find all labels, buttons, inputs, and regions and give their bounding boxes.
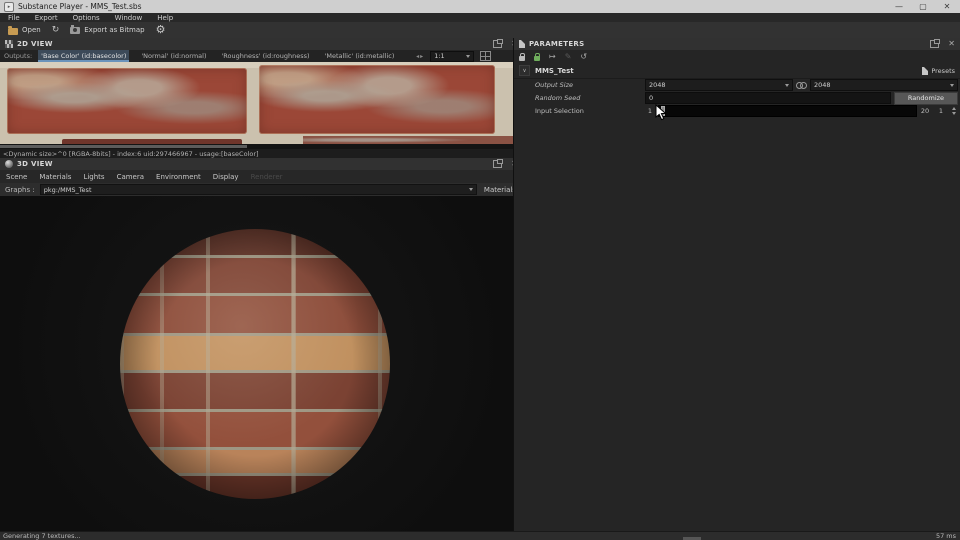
output-tabs: 'Base Color' (id:basecolor) 'Normal' (id… bbox=[38, 50, 410, 62]
menu-bar: File Export Options Window Help bbox=[0, 13, 960, 22]
refresh-icon[interactable]: ↻ bbox=[52, 25, 60, 35]
substance-player-window: ▸ Substance Player - MMS_Test.sbs — ▢ ✕ … bbox=[0, 0, 960, 540]
menu-help[interactable]: Help bbox=[157, 14, 173, 22]
camera-icon bbox=[70, 25, 81, 34]
view2d-title: 2D VIEW bbox=[17, 40, 53, 48]
float-panel-icon[interactable] bbox=[493, 159, 504, 168]
folder-open-icon bbox=[8, 25, 18, 35]
output-size-row: Output Size 2048 2048 bbox=[514, 79, 958, 91]
graph-name: MMS_Test bbox=[535, 66, 574, 75]
status-bar: Generating 7 textures... 57 ms bbox=[0, 531, 960, 540]
minimize-button[interactable]: — bbox=[894, 0, 904, 13]
title-bar[interactable]: ▸ Substance Player - MMS_Test.sbs — ▢ ✕ bbox=[0, 0, 960, 13]
material-preview-sphere[interactable] bbox=[120, 229, 390, 499]
window-title: Substance Player - MMS_Test.sbs bbox=[18, 2, 142, 11]
parameters-toolbar: ↦ ✎ ↺ bbox=[514, 50, 960, 63]
float-panel-icon[interactable] bbox=[493, 39, 504, 48]
input-selection-row: Input Selection 1 20 1 bbox=[514, 105, 958, 117]
viewport-3d[interactable] bbox=[0, 196, 513, 532]
maximize-button[interactable]: ▢ bbox=[918, 0, 928, 13]
lock-linked-icon[interactable] bbox=[534, 52, 540, 61]
tab-basecolor[interactable]: 'Base Color' (id:basecolor) bbox=[38, 50, 130, 62]
grid-icon bbox=[5, 40, 13, 48]
zoom-level-select[interactable]: 1:1 bbox=[430, 50, 475, 62]
random-seed-label: Random Seed bbox=[535, 94, 581, 102]
graphs-row: Graphs : pkg:/MMS_Test Materials bbox=[0, 183, 523, 197]
status-message: Generating 7 textures... bbox=[3, 532, 81, 540]
export-as-bitmap-button[interactable]: Export as Bitmap bbox=[70, 25, 145, 34]
chevron-down-icon bbox=[466, 54, 471, 58]
random-seed-field[interactable]: 0 bbox=[645, 92, 891, 104]
gear-icon[interactable]: ⚙ bbox=[156, 24, 166, 36]
open-button[interactable]: Open bbox=[8, 25, 41, 35]
menu-options[interactable]: Options bbox=[73, 14, 100, 22]
randomize-button[interactable]: Randomize bbox=[894, 91, 958, 105]
outputs-label: Outputs: bbox=[4, 52, 33, 60]
app-icon: ▸ bbox=[4, 1, 14, 12]
menu-renderer-disabled: Renderer bbox=[250, 172, 283, 181]
menu-lights[interactable]: Lights bbox=[83, 173, 104, 181]
menu-scene[interactable]: Scene bbox=[6, 173, 27, 181]
scrollbar-handle[interactable] bbox=[0, 145, 247, 148]
random-seed-row: Random Seed 0 Randomize bbox=[514, 91, 958, 105]
share-icon[interactable]: ↦ bbox=[549, 52, 556, 61]
tiling-icon[interactable] bbox=[480, 51, 492, 61]
tab-scroll-arrows-icon[interactable]: ◂▸ bbox=[416, 53, 424, 60]
view3d-title: 3D VIEW bbox=[17, 160, 53, 168]
texture-info-text: <Dynamic size>^0 [RGBA-8bits] - index:6 … bbox=[3, 149, 259, 158]
value-spinner[interactable] bbox=[952, 107, 958, 115]
close-button[interactable]: ✕ bbox=[942, 0, 952, 13]
menu-materials[interactable]: Materials bbox=[39, 173, 71, 181]
edit-icon: ✎ bbox=[564, 52, 572, 61]
slider-min-label: 1 bbox=[647, 107, 653, 115]
basecolor-texture-preview[interactable] bbox=[0, 62, 513, 144]
chevron-down-icon[interactable]: ∨ bbox=[519, 65, 530, 76]
presets-button[interactable]: Presets bbox=[922, 66, 955, 75]
menu-file[interactable]: File bbox=[8, 14, 20, 22]
menu-environment[interactable]: Environment bbox=[156, 173, 201, 181]
chevron-down-icon bbox=[468, 188, 473, 191]
tab-metallic[interactable]: 'Metallic' (id:metallic) bbox=[322, 50, 398, 62]
menu-export[interactable]: Export bbox=[35, 14, 58, 22]
menu-display[interactable]: Display bbox=[213, 173, 239, 181]
spin-down-icon[interactable] bbox=[952, 112, 956, 115]
tab-normal[interactable]: 'Normal' (id:normal) bbox=[138, 50, 209, 62]
parameters-panel: PARAMETERS ✕ ↦ ✎ ↺ ∨ MMS_Test Presets Ou… bbox=[514, 38, 960, 532]
graphs-label: Graphs : bbox=[5, 185, 35, 194]
graph-select[interactable]: pkg:/MMS_Test bbox=[39, 184, 477, 195]
sphere-icon bbox=[5, 160, 13, 168]
input-selection-slider[interactable] bbox=[658, 105, 917, 117]
output-size-width-select[interactable]: 2048 bbox=[645, 79, 793, 91]
close-panel-icon[interactable]: ✕ bbox=[948, 40, 955, 48]
output-size-label: Output Size bbox=[535, 81, 573, 89]
slider-handle[interactable] bbox=[661, 106, 665, 116]
chevron-down-icon bbox=[950, 83, 954, 87]
input-selection-value[interactable]: 1 bbox=[933, 107, 949, 115]
input-selection-label: Input Selection bbox=[535, 107, 584, 115]
link-icon[interactable] bbox=[796, 81, 807, 89]
presets-icon bbox=[922, 66, 929, 75]
spin-up-icon[interactable] bbox=[952, 107, 956, 110]
output-size-height-select[interactable]: 2048 bbox=[810, 79, 958, 91]
tab-roughness[interactable]: 'Roughness' (id:roughness) bbox=[219, 50, 313, 62]
chevron-down-icon bbox=[785, 83, 789, 87]
tab-ambientocclusion[interactable]: 'Ambient Occlusion' (id:ambientocclusion… bbox=[406, 50, 410, 62]
lock-icon[interactable] bbox=[519, 52, 525, 61]
reset-icon[interactable]: ↺ bbox=[580, 52, 587, 61]
brick-texture-bottom-right bbox=[303, 136, 513, 144]
slider-max-label: 20 bbox=[920, 107, 930, 115]
main-toolbar: Open ↻ Export as Bitmap ⚙ bbox=[0, 22, 960, 39]
brick-texture-right bbox=[259, 65, 495, 134]
float-panel-icon[interactable] bbox=[930, 39, 941, 48]
graph-section-header[interactable]: ∨ MMS_Test Presets bbox=[514, 63, 960, 79]
render-time: 57 ms bbox=[935, 532, 956, 540]
brick-texture-left bbox=[7, 68, 247, 134]
parameters-title: PARAMETERS bbox=[529, 40, 585, 48]
document-icon bbox=[519, 40, 525, 48]
menu-window[interactable]: Window bbox=[115, 14, 143, 22]
menu-camera[interactable]: Camera bbox=[117, 173, 144, 181]
view3d-menu-bar: Scene Materials Lights Camera Environmen… bbox=[0, 170, 519, 184]
